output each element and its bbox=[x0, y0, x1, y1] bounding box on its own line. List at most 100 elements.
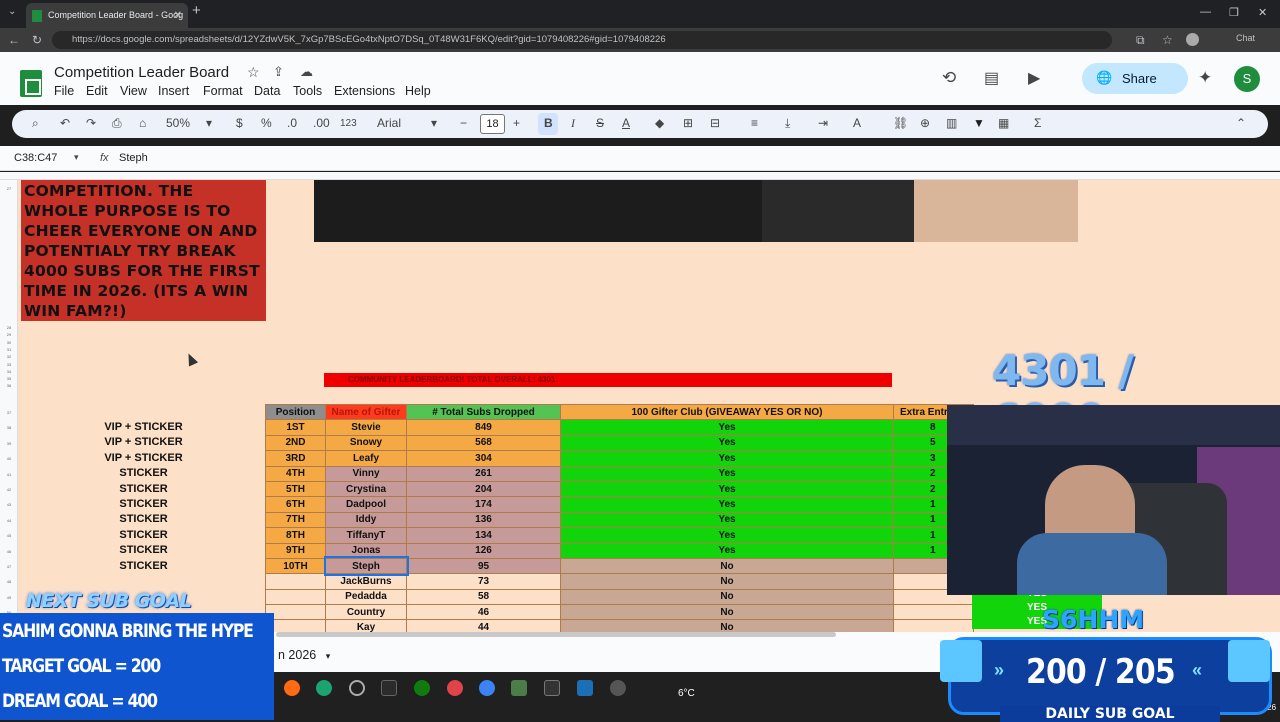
cell-subs[interactable]: 58 bbox=[406, 588, 561, 606]
cell-name[interactable]: TiffanyT bbox=[325, 527, 407, 544]
restore-icon[interactable]: ❐ bbox=[1229, 6, 1239, 19]
print-icon[interactable]: ⎙ bbox=[112, 116, 122, 131]
collapse-toolbar-icon[interactable]: ⌃ bbox=[1236, 116, 1246, 130]
table-row[interactable]: 8TH TiffanyT 134 Yes 1 bbox=[265, 527, 974, 544]
close-tab-icon[interactable]: ✕ bbox=[174, 3, 182, 28]
table-row[interactable]: 5TH Crystina 204 Yes 2 bbox=[265, 480, 974, 498]
cell-subs[interactable]: 95 bbox=[406, 557, 561, 575]
menu-extensions[interactable]: Extensions bbox=[334, 84, 395, 98]
window-close-icon[interactable]: ✕ bbox=[1258, 6, 1267, 19]
menu-tools[interactable]: Tools bbox=[293, 84, 322, 98]
horizontal-scrollbar[interactable] bbox=[276, 632, 836, 637]
name-box[interactable]: C38:C47 bbox=[14, 152, 57, 164]
award-label[interactable]: STICKER bbox=[22, 467, 265, 479]
cell-subs[interactable]: 134 bbox=[406, 527, 561, 544]
award-label[interactable]: STICKER bbox=[22, 529, 265, 541]
settings-icon[interactable] bbox=[610, 680, 626, 696]
new-tab-icon[interactable]: + bbox=[192, 2, 201, 19]
account-avatar[interactable]: S bbox=[1234, 66, 1260, 92]
cell-club[interactable]: Yes bbox=[560, 511, 894, 529]
cell-name[interactable]: JackBurns bbox=[325, 573, 407, 590]
cell-club[interactable]: Yes bbox=[560, 450, 894, 467]
row-number[interactable]: 27 bbox=[0, 186, 18, 191]
history-icon[interactable]: ⟲ bbox=[942, 68, 956, 88]
zoom-chevron-icon[interactable]: ▾ bbox=[206, 116, 212, 130]
row-number[interactable]: 44 bbox=[0, 518, 18, 523]
cell-extra[interactable] bbox=[893, 604, 974, 621]
merge-cells-icon[interactable]: ⊟ bbox=[710, 116, 720, 130]
cell-position[interactable]: 2ND bbox=[265, 434, 326, 452]
cell-club[interactable]: Yes bbox=[560, 465, 894, 482]
text-rotation-icon[interactable]: A bbox=[853, 116, 861, 130]
header-position[interactable]: Position bbox=[265, 403, 326, 421]
award-label[interactable]: STICKER bbox=[22, 498, 265, 510]
url-field[interactable]: https://docs.google.com/spreadsheets/d/1… bbox=[52, 31, 1112, 49]
extensions-icon[interactable]: ⧉ bbox=[1136, 33, 1145, 48]
award-label[interactable]: STICKER bbox=[22, 483, 265, 495]
header-club[interactable]: 100 Gifter Club (GIVEAWAY YES OR NO) bbox=[560, 403, 894, 421]
cell-club[interactable]: Yes bbox=[560, 434, 894, 452]
cell-club[interactable]: Yes bbox=[560, 480, 894, 498]
name-box-chevron-icon[interactable]: ▾ bbox=[74, 152, 79, 163]
table-row[interactable]: 2ND Snowy 568 Yes 5 bbox=[265, 434, 974, 452]
row-number[interactable]: 37 bbox=[0, 410, 18, 415]
table-row[interactable]: 4TH Vinny 261 Yes 2 bbox=[265, 465, 974, 482]
menu-format[interactable]: Format bbox=[203, 84, 243, 98]
cell-subs[interactable]: 849 bbox=[406, 419, 561, 436]
reload-icon[interactable]: ↻ bbox=[32, 33, 42, 47]
cell-club[interactable]: No bbox=[560, 588, 894, 606]
cell-club[interactable]: No bbox=[560, 557, 894, 575]
sheet-tab-chevron-icon[interactable]: ▾ bbox=[326, 651, 331, 661]
award-label[interactable]: VIP + STICKER bbox=[22, 452, 265, 464]
cell-position[interactable]: 7TH bbox=[265, 511, 326, 529]
meet-icon[interactable]: ▶ bbox=[1028, 68, 1040, 88]
header-subs[interactable]: # Total Subs Dropped bbox=[406, 403, 561, 421]
row-number[interactable]: 40 bbox=[0, 456, 18, 461]
cell-position[interactable]: 1ST bbox=[265, 419, 326, 436]
row-number[interactable]: 43 bbox=[0, 502, 18, 507]
column-headers[interactable] bbox=[0, 172, 1280, 180]
font-select[interactable]: Arial bbox=[377, 116, 401, 130]
font-chevron-icon[interactable]: ▾ bbox=[431, 116, 437, 130]
row-number[interactable]: 36 bbox=[0, 383, 18, 388]
table-row[interactable]: Pedadda 58 No bbox=[265, 588, 974, 606]
firefox-icon[interactable] bbox=[284, 680, 300, 696]
italic-button[interactable]: I bbox=[571, 116, 575, 131]
cell-subs[interactable]: 261 bbox=[406, 465, 561, 482]
menu-help[interactable]: Help bbox=[405, 84, 431, 98]
paint-format-icon[interactable]: ⌂ bbox=[139, 116, 146, 130]
xbox-icon[interactable] bbox=[414, 680, 430, 696]
weather-widget[interactable]: 6°C bbox=[678, 688, 695, 699]
app-icon[interactable] bbox=[511, 680, 527, 696]
insert-link-icon[interactable]: ⛓ bbox=[893, 116, 908, 130]
functions-icon[interactable]: Σ bbox=[1034, 116, 1041, 130]
cell-position[interactable]: 6TH bbox=[265, 496, 326, 513]
cell-club[interactable]: No bbox=[560, 573, 894, 590]
table-row[interactable]: 7TH Iddy 136 Yes 1 bbox=[265, 511, 974, 529]
browser-tab[interactable]: Competition Leader Board - Goog ✕ bbox=[26, 3, 188, 28]
leaderboard-banner[interactable]: COMMUNITY LEADERBOARD! TOTAL OVERALL: 43… bbox=[324, 373, 892, 387]
cell-name[interactable]: Snowy bbox=[325, 434, 407, 452]
cell-position[interactable] bbox=[265, 588, 326, 606]
row-number[interactable]: 38 bbox=[0, 425, 18, 430]
number-format-button[interactable]: 123 bbox=[340, 118, 357, 129]
increase-decimal-button[interactable]: .00 bbox=[313, 116, 330, 130]
cell-name[interactable]: Leafy bbox=[325, 450, 407, 467]
award-label[interactable]: VIP + STICKER bbox=[22, 436, 265, 448]
text-wrap-icon[interactable]: ⇥ bbox=[818, 116, 828, 130]
cell-name[interactable]: Crystina bbox=[325, 480, 407, 498]
cell-position[interactable]: 3RD bbox=[265, 450, 326, 467]
vertical-align-icon[interactable]: ⤓ bbox=[785, 116, 790, 131]
row-number[interactable]: 31 bbox=[0, 347, 18, 352]
cell-name[interactable]: Country bbox=[325, 604, 407, 621]
currency-format-button[interactable]: $ bbox=[236, 116, 243, 130]
leaderboard-table[interactable]: Position Name of Gifter # Total Subs Dro… bbox=[265, 403, 974, 636]
steam-icon[interactable] bbox=[577, 680, 593, 696]
gemini-icon[interactable]: ✦ bbox=[1198, 68, 1212, 88]
decrease-decimal-button[interactable]: .0 bbox=[287, 116, 297, 130]
zoom-select[interactable]: 50% bbox=[166, 116, 190, 130]
font-size-input[interactable]: 18 bbox=[480, 114, 505, 134]
award-label[interactable]: VIP + STICKER bbox=[22, 421, 265, 433]
cell-subs[interactable]: 568 bbox=[406, 434, 561, 452]
font-size-increase-icon[interactable]: + bbox=[513, 116, 520, 130]
